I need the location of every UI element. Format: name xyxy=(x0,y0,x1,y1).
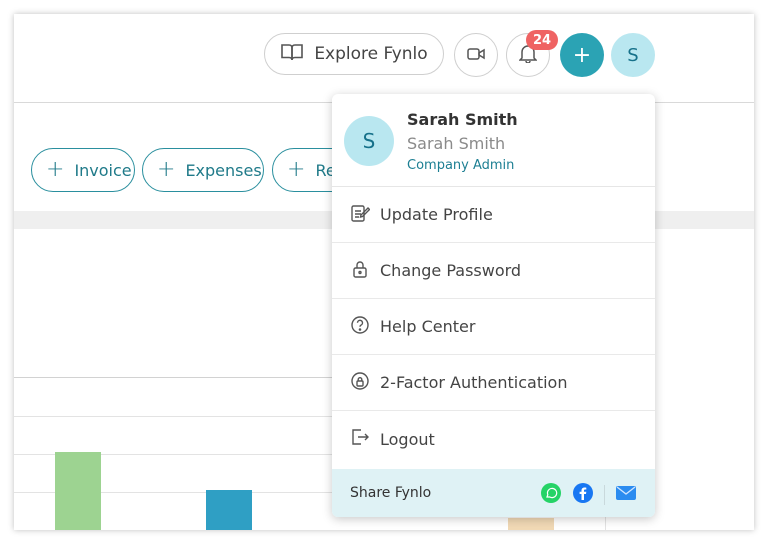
menu-item-help-center[interactable]: Help Center xyxy=(332,299,655,355)
avatar-initial: S xyxy=(362,129,376,153)
avatar: S xyxy=(344,116,394,166)
profile-summary: S Sarah Smith Sarah Smith Company Admin xyxy=(332,94,655,187)
add-expenses-button[interactable]: + Expenses xyxy=(142,148,264,192)
help-icon xyxy=(350,315,370,339)
user-avatar-button[interactable]: S xyxy=(611,33,655,77)
facebook-icon[interactable] xyxy=(572,482,594,508)
share-bar: Share Fynlo xyxy=(332,469,655,517)
menu-item-label: Help Center xyxy=(380,317,476,336)
logout-icon xyxy=(350,427,370,451)
plus-icon: + xyxy=(157,157,176,182)
plus-icon: + xyxy=(46,157,65,182)
add-invoice-label: Invoice xyxy=(74,160,132,180)
divider xyxy=(604,485,605,505)
user-role: Company Admin xyxy=(407,158,515,173)
shield-lock-icon xyxy=(350,371,370,395)
add-expenses-label: Expenses xyxy=(185,160,262,180)
menu-item-label: 2-Factor Authentication xyxy=(380,373,568,392)
email-icon[interactable] xyxy=(615,484,637,506)
avatar-initial: S xyxy=(627,44,639,66)
plus-icon: + xyxy=(287,157,306,182)
chart-bar xyxy=(508,518,554,530)
menu-item-logout[interactable]: Logout xyxy=(332,411,655,467)
plus-icon: + xyxy=(572,42,592,68)
menu-item-label: Logout xyxy=(380,429,435,449)
menu-item-label: Change Password xyxy=(380,261,522,280)
whatsapp-icon[interactable] xyxy=(540,482,562,508)
menu-item-update-profile[interactable]: Update Profile xyxy=(332,187,655,243)
menu-item-label: Update Profile xyxy=(380,205,493,224)
lock-icon xyxy=(350,259,370,283)
edit-icon xyxy=(350,203,371,227)
notification-badge: 24 xyxy=(526,30,558,50)
user-dropdown-menu: S Sarah Smith Sarah Smith Company Admin … xyxy=(332,94,655,517)
add-invoice-button[interactable]: + Invoice xyxy=(31,148,135,192)
explore-fynlo-label: Explore Fynlo xyxy=(314,44,428,64)
menu-item-change-password[interactable]: Change Password xyxy=(332,243,655,299)
chart-bar xyxy=(206,490,252,530)
share-label: Share Fynlo xyxy=(350,485,432,501)
add-button[interactable]: + xyxy=(560,33,604,77)
video-camera-icon xyxy=(467,46,485,65)
explore-fynlo-button[interactable]: Explore Fynlo xyxy=(264,33,444,75)
menu-item-2fa[interactable]: 2-Factor Authentication xyxy=(332,355,655,411)
chart-bar xyxy=(55,452,101,530)
video-button[interactable] xyxy=(454,33,498,77)
share-icons xyxy=(540,482,637,508)
user-secondary-name: Sarah Smith xyxy=(407,134,506,153)
app-window: Explore Fynlo 24 + S + Invoice + Expense… xyxy=(14,14,754,530)
book-icon xyxy=(280,42,304,67)
user-name: Sarah Smith xyxy=(407,110,518,129)
